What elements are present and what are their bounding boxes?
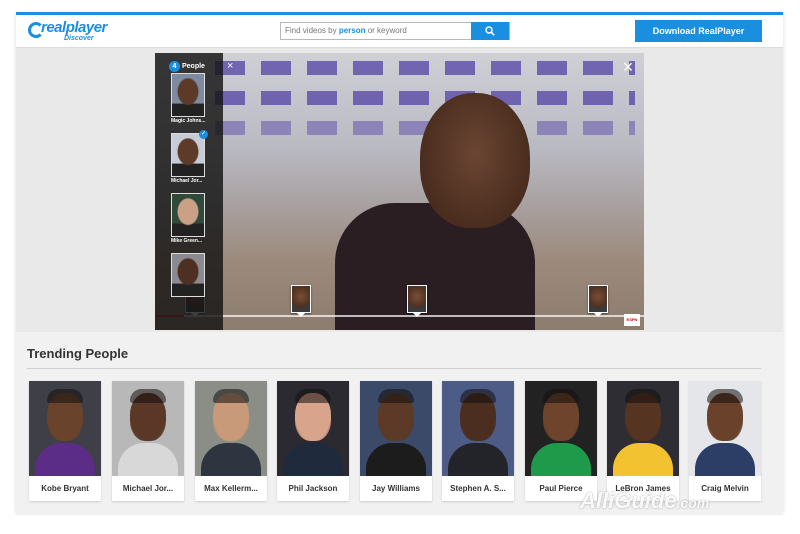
- watermark-domain: .com: [676, 495, 710, 511]
- top-bar: realplayer Discover Find videos by perso…: [16, 15, 783, 48]
- video-player[interactable]: × ESPN 4 People Magic Johns... ✓ Michael J…: [155, 53, 644, 330]
- close-people-panel-icon[interactable]: ×: [227, 61, 233, 72]
- stadium-seats: [215, 61, 635, 75]
- person-name: Max Kellerm...: [204, 484, 258, 493]
- watermark: AlliGuide.com: [580, 488, 709, 514]
- people-panel-item[interactable]: [171, 253, 207, 298]
- search-placeholder-suffix: or keyword: [365, 26, 407, 35]
- trending-person-card[interactable]: Kobe Bryant: [29, 381, 101, 501]
- timeline-marker[interactable]: [291, 285, 311, 317]
- person-photo: [360, 381, 432, 476]
- person-photo: [29, 381, 101, 476]
- stadium-seats: [215, 91, 635, 105]
- espn-badge: ESPN: [624, 314, 640, 326]
- timeline-marker[interactable]: [407, 285, 427, 317]
- person-photo: [525, 381, 597, 476]
- person-photo: [112, 381, 184, 476]
- person-photo: [277, 381, 349, 476]
- video-subject-body: [335, 203, 535, 330]
- person-photo: [607, 381, 679, 476]
- trending-title: Trending People: [27, 346, 129, 361]
- people-panel: 4 People Magic Johns... ✓ Michael Jor... Mi…: [155, 53, 223, 330]
- people-panel-item[interactable]: Mike Green...: [171, 193, 207, 244]
- person-thumbnail: [171, 73, 205, 117]
- app-frame: realplayer Discover Find videos by perso…: [16, 12, 783, 515]
- person-name: Jay Williams: [372, 484, 420, 493]
- person-name: Kobe Bryant: [41, 484, 89, 493]
- trending-person-card[interactable]: Craig Melvin: [689, 381, 761, 501]
- person-photo: [442, 381, 514, 476]
- search-input[interactable]: Find videos by person or keyword: [281, 23, 471, 39]
- check-icon: ✓: [199, 130, 208, 139]
- watermark-main: AlliGuide: [580, 488, 677, 513]
- search-icon: [485, 26, 495, 36]
- person-photo: [689, 381, 761, 476]
- people-count-badge: 4: [169, 60, 180, 72]
- person-name: Magic Johns...: [171, 118, 206, 124]
- person-thumbnail: [171, 253, 205, 297]
- search-placeholder-highlight: person: [338, 26, 366, 35]
- search-box: Find videos by person or keyword: [280, 22, 510, 40]
- logo-subtext: Discover: [64, 35, 94, 42]
- download-realplayer-button[interactable]: Download RealPlayer: [635, 20, 762, 42]
- timeline-track[interactable]: [155, 315, 644, 317]
- realplayer-logo[interactable]: realplayer Discover: [28, 19, 108, 43]
- people-header: 4 People: [169, 59, 205, 73]
- person-thumbnail: ✓: [171, 130, 208, 177]
- timeline-marker[interactable]: [588, 285, 608, 317]
- video-subject-head: [420, 93, 530, 228]
- divider: [27, 368, 761, 369]
- person-name: Michael Jor...: [171, 178, 203, 184]
- person-name: Stephen A. S...: [450, 484, 506, 493]
- trending-person-card[interactable]: Michael Jor...: [112, 381, 184, 501]
- person-name: Michael Jor...: [122, 484, 174, 493]
- trending-person-card[interactable]: LeBron James: [607, 381, 679, 501]
- person-thumbnail: [171, 193, 205, 237]
- logo-text: realplayer: [41, 19, 107, 36]
- person-photo: [195, 381, 267, 476]
- people-title: People: [182, 62, 205, 70]
- trending-person-card[interactable]: Stephen A. S...: [442, 381, 514, 501]
- trending-person-card[interactable]: Paul Pierce: [525, 381, 597, 501]
- close-player-icon[interactable]: ×: [620, 58, 636, 76]
- search-button[interactable]: [471, 22, 509, 40]
- person-name: Mike Green...: [171, 238, 203, 244]
- people-panel-item[interactable]: ✓ Michael Jor...: [171, 130, 208, 184]
- people-panel-item[interactable]: Magic Johns...: [171, 73, 207, 124]
- trending-person-card[interactable]: Jay Williams: [360, 381, 432, 501]
- trending-person-card[interactable]: Phil Jackson: [277, 381, 349, 501]
- search-placeholder-prefix: Find videos by: [285, 26, 339, 35]
- trending-person-card[interactable]: Max Kellerm...: [195, 381, 267, 501]
- person-name: Phil Jackson: [288, 484, 338, 493]
